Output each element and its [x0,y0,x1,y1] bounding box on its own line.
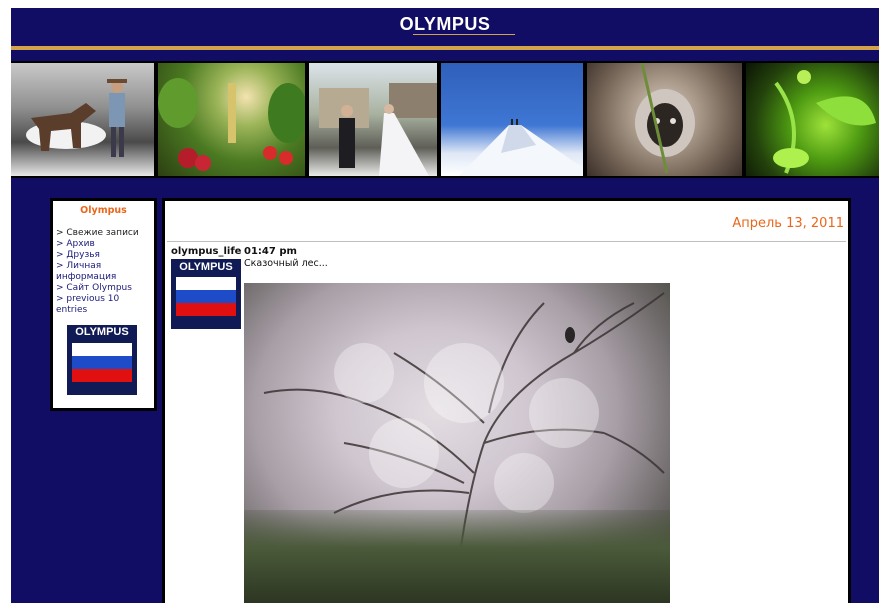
sidebar: Olympus > Свежие записи > Архив > Друзья… [50,198,157,411]
cherry-blossom-photo[interactable] [244,283,670,603]
cowboy-horse-photo [11,63,154,176]
flag-white-stripe [72,343,132,356]
entry-date: Апрель 13, 2011 [732,216,844,231]
entry-text: Сказочный лес... [244,258,328,269]
sidebar-olympus-badge[interactable]: OLYMPUS [67,325,137,395]
userpic[interactable]: OLYMPUS [171,259,241,329]
userpic-red-stripe [176,303,236,316]
mountain-photo [441,63,583,176]
entry-username[interactable]: olympus_life [171,246,241,257]
header: OLYMPUS [11,8,879,46]
journal-entry: Апрель 13, 2011 olympus_life 01:47 pm Ск… [162,198,851,603]
userpic-white-stripe [176,277,236,290]
page: OLYMPUS Olympus > Свежие записи > Архив … [11,8,879,603]
wedding-illustration [319,83,437,176]
flag-red-stripe [72,369,132,382]
plant-photo [746,63,879,176]
gold-divider [11,46,879,50]
sidebar-item-olympus-site[interactable]: > Сайт Olympus [56,283,152,294]
sidebar-item-profile[interactable]: > Личная информация [56,261,152,283]
entry-time: 01:47 pm [244,246,297,257]
userpic-logo-text: OLYMPUS [179,261,233,273]
mountain-illustration [459,119,583,176]
vegetables-photo [158,63,305,176]
logo-underline [413,34,515,35]
monkey-illustration [635,63,695,174]
sidebar-item-previous-entries[interactable]: > previous 10 entries [56,294,152,316]
cowboy-horse-illustration [26,79,127,157]
sidebar-item-archive[interactable]: > Архив [56,239,152,250]
vegetables-illustration [158,78,305,171]
sidebar-item-friends[interactable]: > Друзья [56,250,152,261]
banner-strip [11,61,879,178]
olympus-logo[interactable]: OLYMPUS [11,14,879,35]
sidebar-menu: > Свежие записи > Архив > Друзья > Лична… [53,228,154,316]
sidebar-title: Olympus [80,205,127,216]
flag-blue-stripe [72,356,132,369]
badge-logo-text: OLYMPUS [75,326,129,338]
entry-divider [167,241,846,242]
plant-illustration [773,70,876,174]
sidebar-item-recent[interactable]: > Свежие записи [56,228,152,239]
wedding-photo [309,63,437,176]
photo-ground [244,510,670,603]
monkey-photo [587,63,742,176]
userpic-blue-stripe [176,290,236,303]
